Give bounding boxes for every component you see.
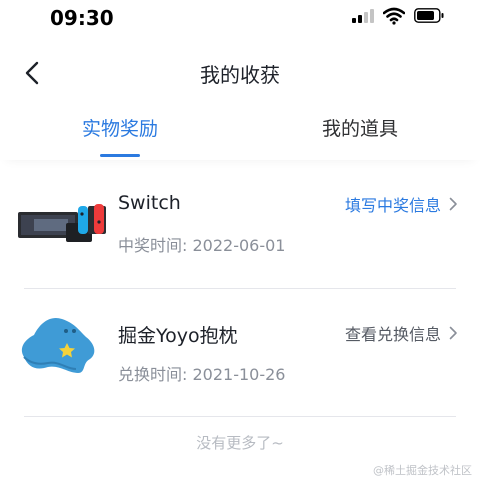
fill-prize-info-button[interactable]: 填写中奖信息 — [345, 192, 458, 216]
action-label: 查看兑换信息 — [344, 325, 441, 344]
reward-name: 掘金Yoyo抱枕 — [118, 325, 238, 347]
divider — [24, 416, 456, 417]
reward-item[interactable]: 掘金Yoyo抱枕 兑换时间: 2021-10-26 查看兑换信息 — [0, 289, 480, 417]
chevron-right-icon — [449, 197, 457, 211]
action-label: 填写中奖信息 — [344, 196, 441, 215]
page-title: 我的收获 — [200, 63, 280, 87]
chevron-right-icon — [449, 326, 457, 340]
battery-icon — [414, 8, 444, 23]
reward-date: 中奖时间: 2022-06-01 — [118, 236, 286, 255]
reward-date: 兑换时间: 2021-10-26 — [118, 365, 286, 384]
wifi-icon — [383, 7, 405, 25]
watermark: @稀土掘金技术社区 — [373, 464, 472, 477]
status-bar: 09:30 — [0, 0, 480, 36]
nintendo-switch-icon — [18, 204, 106, 242]
reward-item[interactable]: Switch 中奖时间: 2022-06-01 填写中奖信息 — [0, 160, 480, 288]
no-more-text: 没有更多了~ — [196, 434, 284, 452]
tab-my-props[interactable]: 我的道具 — [240, 100, 480, 160]
tab-physical-rewards[interactable]: 实物奖励 — [0, 100, 240, 160]
reward-name: Switch — [118, 192, 181, 214]
yoyo-pillow-icon — [21, 317, 95, 373]
status-time: 09:30 — [50, 6, 114, 30]
active-tab-indicator — [100, 154, 140, 157]
nav-bar: 我的收获 — [0, 44, 480, 101]
tab-bar: 实物奖励 我的道具 — [0, 100, 480, 160]
cellular-signal-icon — [352, 9, 376, 23]
view-exchange-info-button[interactable]: 查看兑换信息 — [345, 321, 458, 345]
